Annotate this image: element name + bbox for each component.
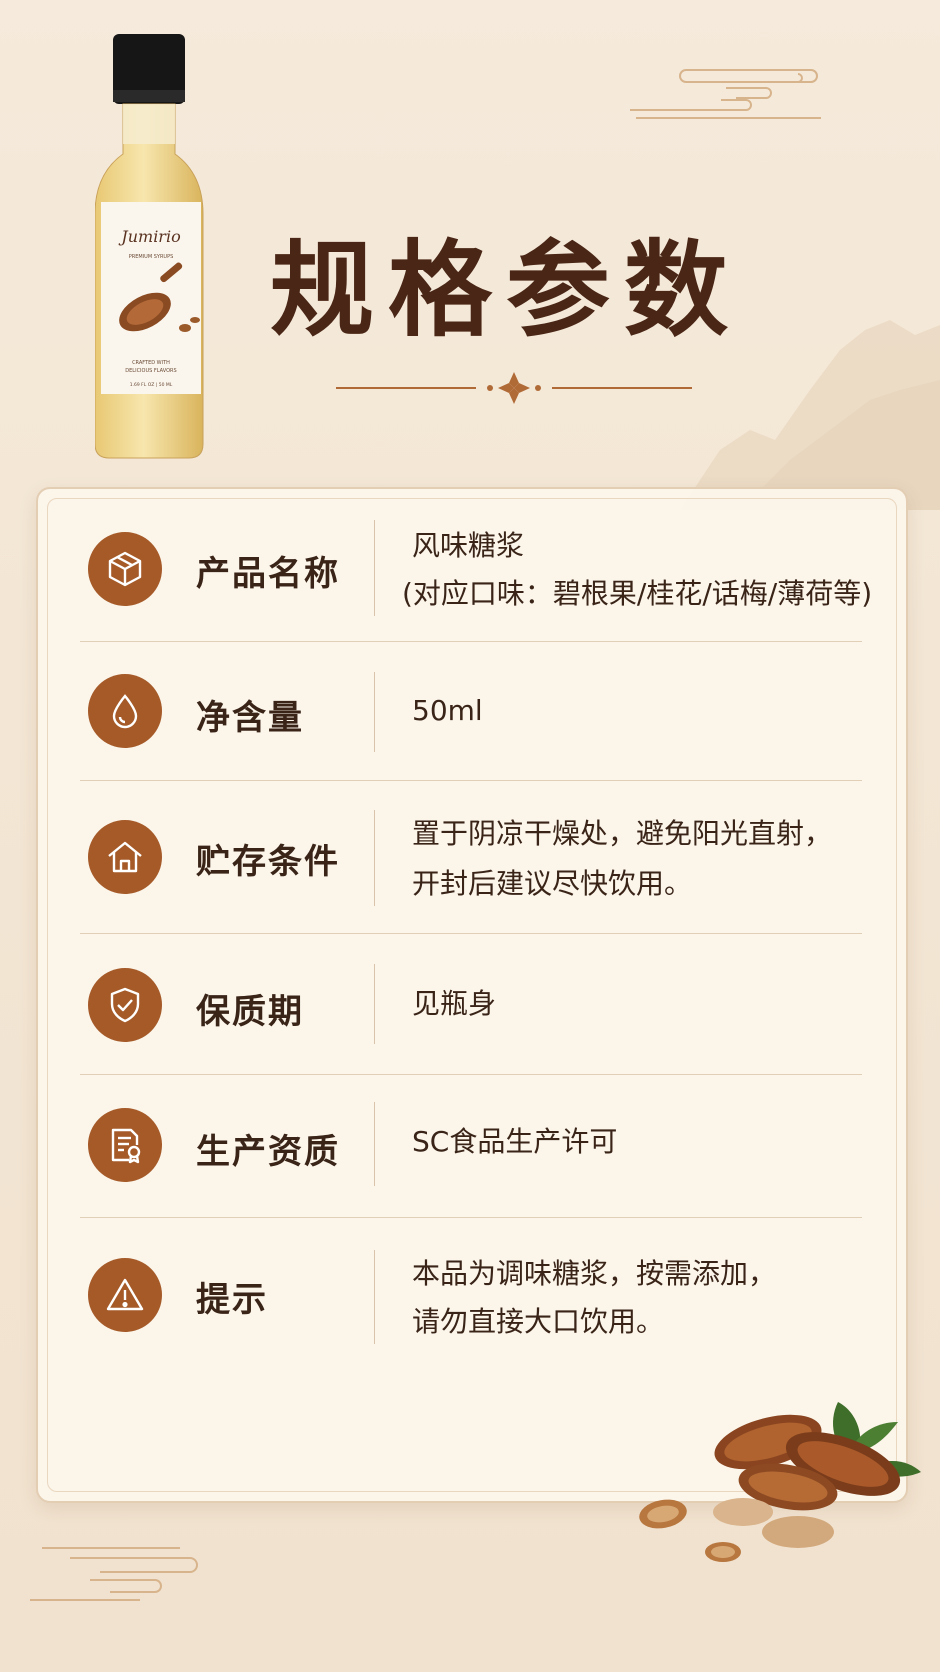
product-bottle-image: Jumirio PREMIUM SYRUPS CRAFTED WITH DELI… (95, 34, 204, 459)
title-ornament (336, 372, 692, 404)
spec-row-net-content: 净含量 50ml (80, 668, 862, 754)
row-divider (80, 1074, 862, 1075)
row-divider (80, 933, 862, 934)
bottle-brand-text: Jumirio (118, 227, 180, 246)
row-divider (80, 1217, 862, 1218)
spec-separator (374, 1250, 375, 1344)
spec-value: 50ml (412, 694, 483, 727)
cloud-decoration-top (630, 69, 821, 119)
box-icon (88, 532, 162, 606)
pecan-nuts-image (639, 1402, 921, 1562)
spec-separator (374, 964, 375, 1044)
spec-label: 净含量 (196, 698, 304, 738)
spec-row-product-name: 产品名称 风味糖浆 (对应口味：碧根果/桂花/话梅/薄荷等) (80, 520, 872, 620)
spec-value-line2: 开封后建议尽快饮用。 (412, 867, 693, 900)
bottle-line3-text: DELICIOUS FLAVORS (125, 368, 176, 374)
spec-label: 保质期 (196, 992, 304, 1032)
spec-value: 置于阴凉干燥处，避免阳光直射， (412, 817, 833, 850)
spec-value: 见瓶身 (412, 987, 497, 1020)
certificate-icon (88, 1108, 162, 1182)
droplet-icon (88, 674, 162, 748)
cloud-decoration-bottom (30, 1547, 198, 1601)
page-title: 规格参数 (270, 228, 743, 351)
bottle-line2-text: CRAFTED WITH (132, 360, 170, 366)
row-divider (80, 641, 862, 642)
spec-value: 本品为调味糖浆，按需添加， (412, 1257, 777, 1290)
spec-separator (374, 1102, 375, 1186)
spec-value: 风味糖浆 (412, 529, 525, 562)
spec-label: 贮存条件 (196, 842, 340, 882)
spec-row-qualification: 生产资质 SC食品生产许可 (80, 1102, 862, 1188)
spec-value-note: (对应口味：碧根果/桂花/话梅/薄荷等) (402, 577, 873, 610)
spec-label: 生产资质 (196, 1132, 340, 1172)
spec-separator (374, 672, 375, 752)
spec-row-shelf-life: 保质期 见瓶身 (80, 962, 862, 1048)
warning-icon (88, 1258, 162, 1332)
row-divider (80, 780, 862, 781)
spec-separator (374, 810, 375, 906)
spec-row-storage: 贮存条件 置于阴凉干燥处，避免阳光直射， 开封后建议尽快饮用。 (80, 808, 862, 908)
house-icon (88, 820, 162, 894)
spec-label: 产品名称 (196, 554, 340, 594)
spec-row-tip: 提示 本品为调味糖浆，按需添加， 请勿直接大口饮用。 (80, 1250, 862, 1350)
spec-value: SC食品生产许可 (412, 1125, 618, 1158)
spec-label: 提示 (196, 1280, 268, 1320)
bottle-line1-text: PREMIUM SYRUPS (129, 254, 174, 260)
spec-value-line2: 请勿直接大口饮用。 (412, 1305, 665, 1338)
spec-separator (374, 520, 375, 616)
bottle-volume-text: 1.69 FL OZ | 50 ML (130, 382, 173, 388)
shield-check-icon (88, 968, 162, 1042)
